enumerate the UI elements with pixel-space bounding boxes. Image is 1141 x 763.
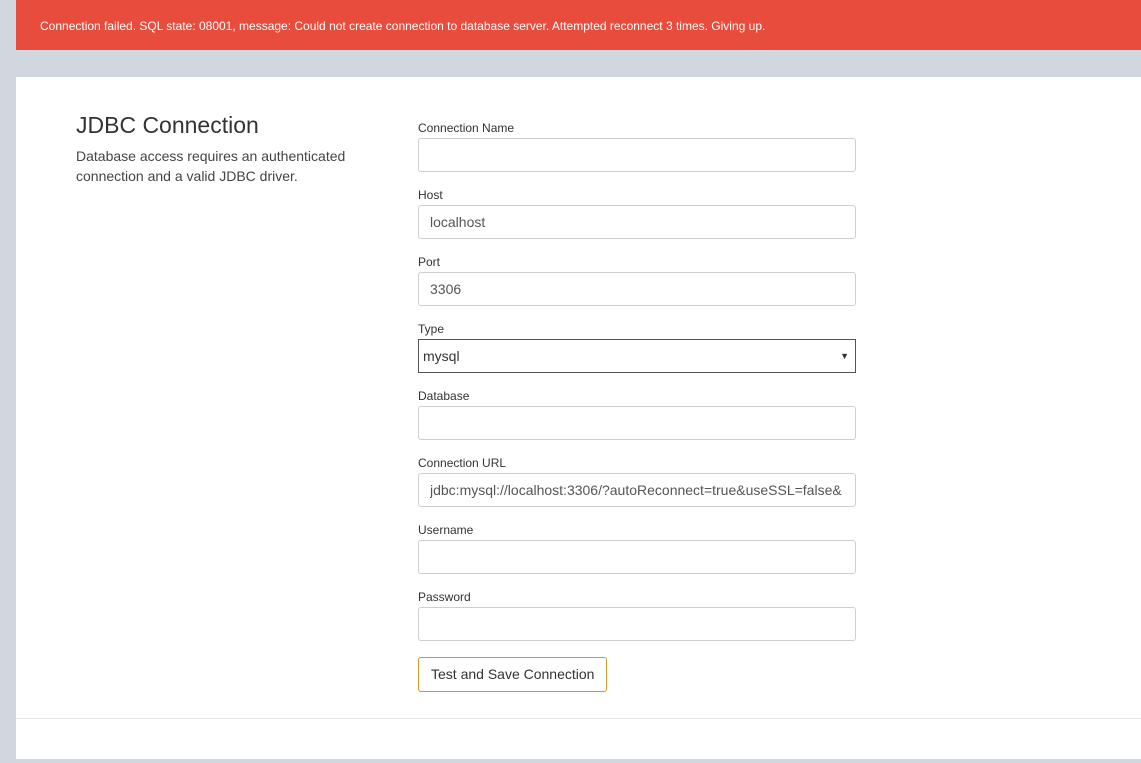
password-label: Password [418,590,471,604]
type-label: Type [418,322,445,336]
port-group: Port [418,255,856,322]
database-input[interactable] [418,406,856,440]
connection-name-group: Connection Name [418,121,856,188]
test-and-save-button[interactable]: Test and Save Connection [418,657,608,692]
intro-section: JDBC Connection Database access requires… [76,110,386,186]
caret-down-icon: ▼ [840,351,849,361]
type-select[interactable]: mysql ▼ [418,339,856,373]
connection-form: Connection Name Host Port Type mysql ▼ D… [418,121,856,692]
port-label: Port [418,255,441,269]
database-group: Database [418,389,856,456]
connection-url-label: Connection URL [418,456,507,470]
connection-url-input[interactable] [418,473,856,507]
error-alert: Connection failed. SQL state: 08001, mes… [16,0,1141,50]
panel-divider [16,718,1141,719]
connection-name-label: Connection Name [418,121,515,135]
host-group: Host [418,188,856,255]
database-label: Database [418,389,470,403]
connection-url-group: Connection URL [418,456,856,523]
password-input[interactable] [418,607,856,641]
page-description: Database access requires an authenticate… [76,148,346,184]
username-group: Username [418,523,856,590]
page-title: JDBC Connection [76,112,259,138]
error-message: Connection failed. SQL state: 08001, mes… [40,19,766,33]
host-input[interactable] [418,205,856,239]
username-input[interactable] [418,540,856,574]
connection-panel: JDBC Connection Database access requires… [16,77,1141,759]
type-select-value: mysql [423,348,460,364]
port-input[interactable] [418,272,856,306]
connection-name-input[interactable] [418,138,856,172]
username-label: Username [418,523,474,537]
host-label: Host [418,188,443,202]
password-group: Password [418,590,856,657]
type-group: Type mysql ▼ [418,322,856,389]
